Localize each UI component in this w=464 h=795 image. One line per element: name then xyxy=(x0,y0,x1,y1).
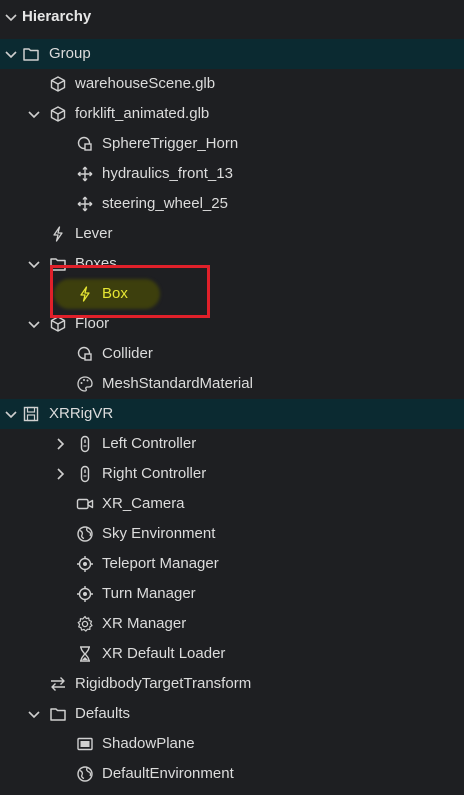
tree-item-defaults[interactable]: Defaults xyxy=(0,699,464,729)
tree-item-steering-wheel[interactable]: steering_wheel_25 xyxy=(0,189,464,219)
tree-item-collider[interactable]: Collider xyxy=(0,339,464,369)
chevron-down-icon[interactable] xyxy=(3,9,19,25)
controller-icon xyxy=(76,435,94,453)
target-icon xyxy=(76,585,94,603)
chevron-right-icon[interactable] xyxy=(52,466,68,482)
camera-icon xyxy=(76,495,94,513)
swap-arrows-icon xyxy=(49,675,67,693)
tree-item-lever[interactable]: Lever xyxy=(0,219,464,249)
cube-icon xyxy=(49,75,67,93)
panel-title: Hierarchy xyxy=(22,8,92,25)
tree-item-forklift[interactable]: forklift_animated.glb xyxy=(0,99,464,129)
target-icon xyxy=(76,555,94,573)
tree-item-label: XR_Camera xyxy=(102,495,185,512)
tree-item-spheretrigger-horn[interactable]: SphereTrigger_Horn xyxy=(0,129,464,159)
hierarchy-header[interactable]: Hierarchy xyxy=(0,0,464,34)
tree-item-xr-camera[interactable]: XR_Camera xyxy=(0,489,464,519)
tree-item-label: Left Controller xyxy=(102,435,197,452)
tree-item-label: Defaults xyxy=(75,705,131,722)
tree-item-sky-environment[interactable]: Sky Environment xyxy=(0,519,464,549)
tree-item-label: MeshStandardMaterial xyxy=(102,375,253,392)
tree-item-rigidbodytargettransform[interactable]: RigidbodyTargetTransform xyxy=(0,669,464,699)
folder-icon xyxy=(49,705,67,723)
tree-item-label: steering_wheel_25 xyxy=(102,195,228,212)
chevron-down-icon[interactable] xyxy=(3,406,19,422)
tree-item-left-controller[interactable]: Left Controller xyxy=(0,429,464,459)
tree-item-teleport-manager[interactable]: Teleport Manager xyxy=(0,549,464,579)
sphere-collider-icon xyxy=(76,345,94,363)
tree-item-xrrigvr[interactable]: XRRigVR xyxy=(0,399,464,429)
tree-item-label: XRRigVR xyxy=(49,405,114,422)
tree-item-label: Group xyxy=(49,45,91,62)
tree-item-label: Turn Manager xyxy=(102,585,196,602)
tree-item-hydraulics-front[interactable]: hydraulics_front_13 xyxy=(0,159,464,189)
tree-item-label: DefaultEnvironment xyxy=(102,765,234,782)
tree-item-label: forklift_animated.glb xyxy=(75,105,210,122)
tree-item-label: Teleport Manager xyxy=(102,555,219,572)
tree-item-label: SphereTrigger_Horn xyxy=(102,135,239,152)
tree-item-meshstandardmaterial[interactable]: MeshStandardMaterial xyxy=(0,369,464,399)
hierarchy-panel: Hierarchy Group warehouseScene.glb forkl… xyxy=(0,0,464,795)
globe-icon xyxy=(76,525,94,543)
chevron-right-icon[interactable] xyxy=(52,436,68,452)
tree-item-label: warehouseScene.glb xyxy=(75,75,216,92)
plane-icon xyxy=(76,735,94,753)
tree-item-shadowplane[interactable]: ShadowPlane xyxy=(0,729,464,759)
cube-icon xyxy=(49,105,67,123)
tree-item-group[interactable]: Group xyxy=(0,39,464,69)
tree-item-xr-manager[interactable]: XR Manager xyxy=(0,609,464,639)
hourglass-icon xyxy=(76,645,94,663)
sphere-collider-icon xyxy=(76,135,94,153)
folder-icon xyxy=(22,45,40,63)
tree-item-label: XR Manager xyxy=(102,615,187,632)
save-icon xyxy=(22,405,40,423)
tree-item-label: RigidbodyTargetTransform xyxy=(75,675,252,692)
tree-item-right-controller[interactable]: Right Controller xyxy=(0,459,464,489)
move-arrows-icon xyxy=(76,165,94,183)
tree-item-defaultenvironment[interactable]: DefaultEnvironment xyxy=(0,759,464,789)
chevron-down-icon[interactable] xyxy=(26,106,42,122)
annotation-box xyxy=(50,265,210,318)
chevron-down-icon[interactable] xyxy=(26,706,42,722)
chevron-down-icon[interactable] xyxy=(26,316,42,332)
tree-item-label: ShadowPlane xyxy=(102,735,195,752)
chevron-down-icon[interactable] xyxy=(3,46,19,62)
globe-icon xyxy=(76,765,94,783)
tree-item-label: Lever xyxy=(75,225,113,242)
tree-item-label: Floor xyxy=(75,315,110,332)
tree-item-warehousescene[interactable]: warehouseScene.glb xyxy=(0,69,464,99)
tree-item-label: XR Default Loader xyxy=(102,645,226,662)
tree-item-label: Right Controller xyxy=(102,465,207,482)
palette-icon xyxy=(76,375,94,393)
tree-item-xr-default-loader[interactable]: XR Default Loader xyxy=(0,639,464,669)
chevron-down-icon[interactable] xyxy=(26,256,42,272)
tree-item-turn-manager[interactable]: Turn Manager xyxy=(0,579,464,609)
controller-icon xyxy=(76,465,94,483)
gear-icon xyxy=(76,615,94,633)
tree-item-label: Sky Environment xyxy=(102,525,216,542)
lightning-icon xyxy=(49,225,67,243)
tree-item-label: hydraulics_front_13 xyxy=(102,165,233,182)
move-arrows-icon xyxy=(76,195,94,213)
tree-item-label: Collider xyxy=(102,345,153,362)
